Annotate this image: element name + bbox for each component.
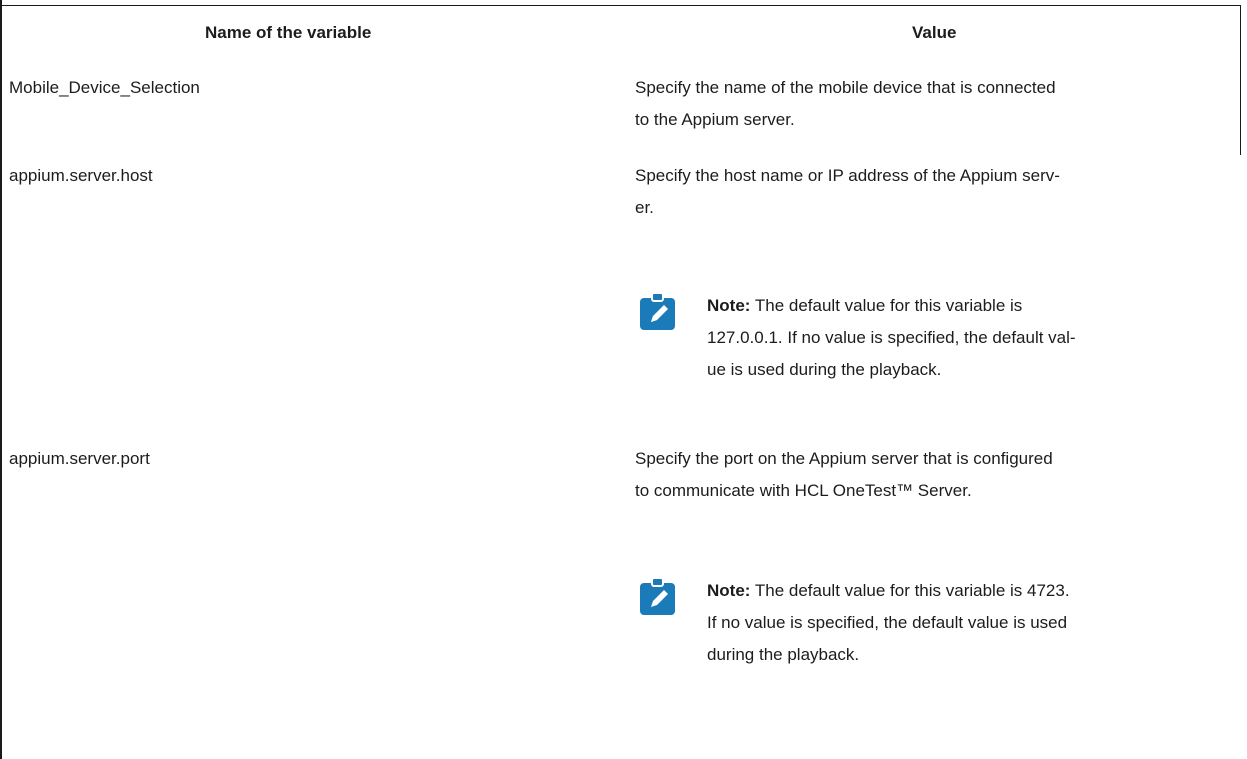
row-2-note-line-1: The default value for this variable is — [754, 296, 1023, 315]
row-1-value-line-1: Specify the name of the mobile device th… — [635, 78, 1056, 97]
note-label: Note: — [707, 296, 751, 315]
row-3-value-line-2: to communicate with HCL OneTest™ Server. — [635, 481, 972, 500]
row-2-note-first-line: Note: The default value for this variabl… — [707, 290, 1237, 322]
row-2-value-line-1: Specify the host name or IP address of t… — [635, 166, 1060, 185]
table-right-border — [1240, 5, 1241, 155]
row-1-value-line-2: to the Appium server. — [635, 110, 795, 129]
row-3-value: Specify the port on the Appium server th… — [635, 443, 1235, 507]
table-top-border — [0, 5, 1241, 6]
row-1-value: Specify the name of the mobile device th… — [635, 72, 1235, 136]
row-2-variable-name: appium.server.host — [9, 166, 153, 185]
row-3-variable-name: appium.server.port — [9, 449, 150, 468]
row-3-note-line-3: during the playback. — [707, 645, 860, 664]
row-2-value-line-2: er. — [635, 198, 654, 217]
row-2-value: Specify the host name or IP address of t… — [635, 160, 1235, 224]
column-header-name: Name of the variable — [205, 23, 372, 42]
note-label: Note: — [707, 581, 751, 600]
document-page: Name of the variable Value Mobile_Device… — [0, 0, 1247, 759]
row-2-note-line-2: 127.0.0.1. If no value is specified, the… — [707, 328, 1076, 347]
table-left-border — [0, 0, 2, 759]
pencil-note-icon — [640, 577, 675, 615]
column-header-value: Value — [912, 23, 957, 42]
row-3-value-line-1: Specify the port on the Appium server th… — [635, 449, 1053, 468]
pencil-note-icon — [640, 292, 675, 330]
row-3-note-line-2: If no value is specified, the default va… — [707, 613, 1068, 632]
row-3-note-line-1: The default value for this variable is 4… — [754, 581, 1070, 600]
row-1-variable-name: Mobile_Device_Selection — [9, 78, 200, 97]
row-3-note-first-line: Note: The default value for this variabl… — [707, 575, 1237, 607]
row-2-note-line-3: ue is used during the playback. — [707, 360, 942, 379]
